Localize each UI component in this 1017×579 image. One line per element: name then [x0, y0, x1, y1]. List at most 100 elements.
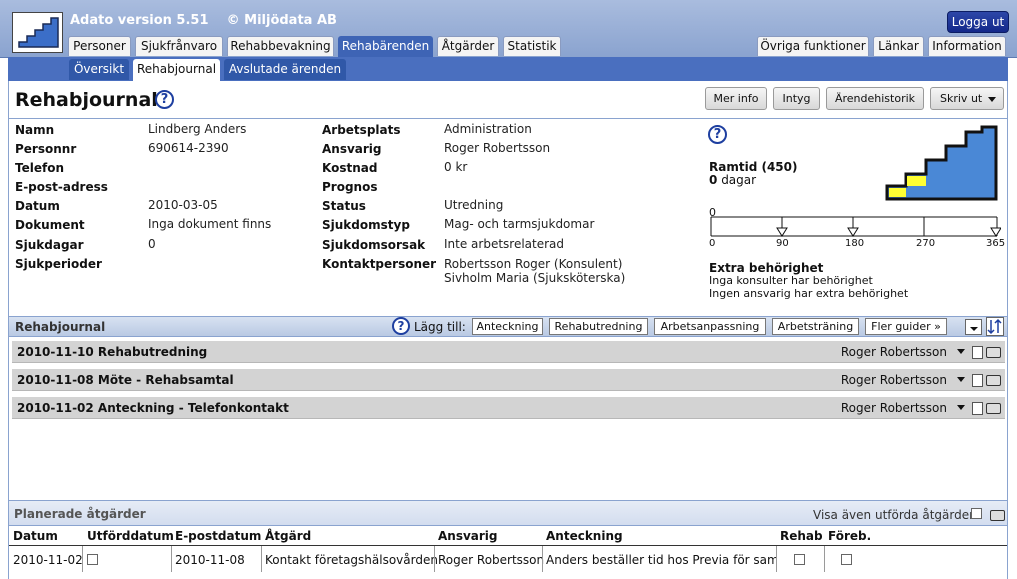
- app-header: Adato version 5.51 © Miljödata AB Logga …: [0, 0, 1017, 58]
- add-rehabutredning-button[interactable]: Rehabutredning: [549, 318, 648, 335]
- value-datum: 2010-03-05: [148, 198, 218, 212]
- journal-entry-person: Roger Robertsson: [840, 373, 947, 387]
- value-kontaktperson-1: Robertsson Roger (Konsulent): [444, 257, 623, 271]
- ramtid-timeline: [710, 216, 1001, 237]
- chevron-down-icon[interactable]: [957, 349, 965, 354]
- page-title: Rehabjournal: [15, 89, 158, 111]
- label-dokument: Dokument: [15, 218, 85, 232]
- column-divider: [171, 546, 172, 572]
- journal-entry-row[interactable]: 2010-11-08 Möte - Rehabsamtal Roger Robe…: [12, 368, 1005, 391]
- value-kostnad: 0 kr: [444, 160, 468, 174]
- column-divider: [261, 546, 262, 572]
- cell-atgard: Kontakt företagshälsovården: [265, 553, 438, 567]
- journal-entry-title: 2010-11-10 Rehabutredning: [17, 345, 208, 359]
- tab-lankar[interactable]: Länkar: [873, 36, 924, 56]
- skriv-ut-button[interactable]: Skriv ut: [930, 87, 1004, 110]
- app-copyright: © Miljödata AB: [226, 13, 337, 28]
- mer-info-button[interactable]: Mer info: [705, 87, 767, 110]
- print-icon[interactable]: [986, 403, 1001, 414]
- column-divider: [82, 546, 83, 572]
- subtab-avslutade-arenden[interactable]: Avslutade ärenden: [224, 59, 346, 80]
- utford-checkbox[interactable]: [87, 554, 98, 565]
- print-icon[interactable]: [986, 375, 1001, 386]
- extra-behorighet-line1: Inga konsulter har behörighet: [709, 274, 873, 287]
- staircase-progress-icon: [885, 125, 998, 201]
- column-header-rehab: Rehab: [780, 529, 823, 543]
- chevron-down-icon[interactable]: [957, 377, 965, 382]
- value-arbetsplats: Administration: [444, 122, 532, 136]
- planned-section-title: Planerade åtgärder: [14, 507, 146, 521]
- column-header-epostdatum: E-postdatum: [175, 529, 262, 543]
- column-header-datum: Datum: [13, 529, 58, 543]
- extra-behorighet-title: Extra behörighet: [709, 261, 824, 275]
- column-divider: [824, 546, 825, 572]
- logout-button[interactable]: Logga ut: [947, 11, 1009, 33]
- value-namn: Lindberg Anders: [148, 122, 247, 136]
- chevron-down-icon[interactable]: [957, 405, 965, 410]
- cell-datum: 2010-11-02: [13, 553, 83, 567]
- tab-ovriga-funktioner[interactable]: Övriga funktioner: [757, 36, 869, 56]
- label-ansvarig: Ansvarig: [322, 142, 382, 156]
- cell-ansvarig: Roger Robertsson: [438, 553, 545, 567]
- column-header-utforddatum: Utförddatum: [87, 529, 174, 543]
- rehab-checkbox[interactable]: [794, 554, 805, 565]
- label-sjukdomstyp: Sjukdomstyp: [322, 218, 410, 232]
- journal-entry-row[interactable]: 2010-11-02 Anteckning - Telefonkontakt R…: [12, 396, 1005, 419]
- column-divider: [776, 546, 777, 572]
- value-personnr: 690614-2390: [148, 141, 229, 155]
- show-done-checkbox[interactable]: [971, 508, 982, 519]
- column-divider: [542, 546, 543, 572]
- print-icon[interactable]: [986, 347, 1001, 358]
- label-personnr: Personnr: [15, 142, 77, 156]
- collapse-all-icon[interactable]: [965, 319, 982, 335]
- label-datum: Datum: [15, 199, 60, 213]
- journal-entry-row[interactable]: 2010-11-10 Rehabutredning Roger Robertss…: [12, 340, 1005, 363]
- document-icon[interactable]: [972, 402, 983, 415]
- journal-entry-person: Roger Robertsson: [840, 401, 947, 415]
- value-ansvarig: Roger Robertsson: [444, 141, 551, 155]
- sort-icon[interactable]: [986, 317, 1004, 336]
- subtab-oversikt[interactable]: Översikt: [69, 59, 129, 80]
- arendehistorik-button[interactable]: Ärendehistorik: [826, 87, 924, 110]
- cell-anteckning: Anders beställer tid hos Previa för samt: [546, 553, 776, 567]
- show-done-label: Visa även utförda åtgärder: [813, 508, 975, 522]
- tab-atgarder[interactable]: Åtgärder: [437, 36, 499, 56]
- label-namn: Namn: [15, 123, 55, 137]
- cell-epostdatum: 2010-11-08: [175, 553, 245, 567]
- skriv-ut-label: Skriv ut: [940, 92, 983, 105]
- document-icon[interactable]: [972, 374, 983, 387]
- heading-divider: [9, 118, 1007, 119]
- label-sjukperioder: Sjukperioder: [15, 257, 102, 271]
- tab-statistik[interactable]: Statistik: [503, 36, 561, 56]
- column-divider: [434, 546, 435, 572]
- label-sjukdomsorsak: Sjukdomsorsak: [322, 238, 426, 252]
- table-row[interactable]: 2010-11-02 2010-11-08 Kontakt företagshä…: [9, 546, 1007, 572]
- add-arbetsanpassning-button[interactable]: Arbetsanpassning: [654, 318, 766, 335]
- label-kontaktpersoner: Kontaktpersoner: [322, 257, 437, 271]
- fler-guider-button[interactable]: Fler guider »: [865, 318, 947, 335]
- value-status: Utredning: [444, 198, 504, 212]
- foreb-checkbox[interactable]: [841, 554, 852, 565]
- add-arbetstraning-button[interactable]: Arbetsträning: [772, 318, 859, 335]
- tab-rehabbevakning[interactable]: Rehabbevakning: [227, 36, 334, 56]
- tab-rehabarenden[interactable]: Rehabärenden: [338, 36, 433, 58]
- add-anteckning-button[interactable]: Anteckning: [472, 318, 543, 335]
- ramtid-help-icon[interactable]: ?: [708, 125, 727, 144]
- ramtid-tick-180: 180: [845, 238, 865, 249]
- journal-help-icon[interactable]: ?: [392, 317, 410, 335]
- print-icon[interactable]: [990, 510, 1005, 521]
- app-title: Adato version 5.51 © Miljödata AB: [70, 13, 337, 28]
- extra-behorighet-line2: Ingen ansvarig har extra behörighet: [709, 287, 909, 300]
- ramtid-days-number: 0: [709, 173, 718, 187]
- intyg-button[interactable]: Intyg: [773, 87, 820, 110]
- tab-personer[interactable]: Personer: [68, 36, 131, 56]
- subtab-rehabjournal[interactable]: Rehabjournal: [133, 59, 220, 81]
- help-icon[interactable]: ?: [155, 90, 174, 109]
- document-icon[interactable]: [972, 346, 983, 359]
- label-status: Status: [322, 199, 366, 213]
- app-version: Adato version 5.51: [70, 13, 209, 28]
- value-kontaktperson-2: Sivholm Maria (Sjuksköterska): [444, 271, 626, 285]
- tab-sjukfranvaro[interactable]: Sjukfrånvaro: [135, 36, 223, 56]
- tab-information[interactable]: Information: [928, 36, 1006, 56]
- ramtid-tick-365: 365: [986, 238, 1006, 249]
